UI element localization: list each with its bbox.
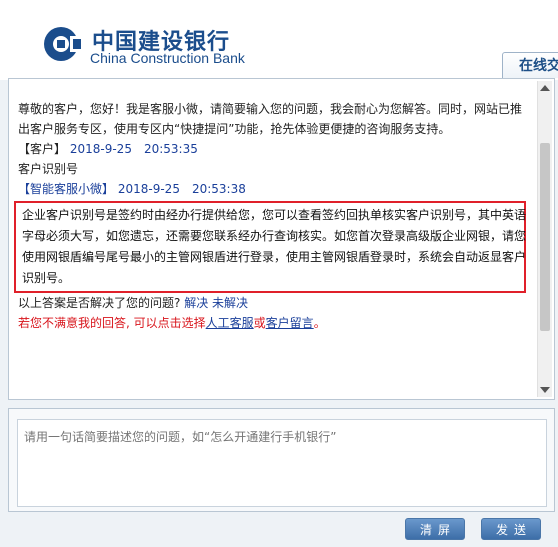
bot-message-header: 【智能客服小微】 2018-9-25 20:53:38	[18, 179, 530, 199]
human-service-link[interactable]: 人工客服	[206, 316, 254, 330]
scroll-thumb[interactable]	[540, 143, 550, 331]
answer-line: 企业客户识别号是签约时由经办行提供给您，您可以查看签约回执单核实客户识别号，其中…	[22, 208, 527, 222]
scroll-down-arrow-icon[interactable]	[540, 387, 550, 393]
answer-line: 使用网银盾编号尾号最小的主管网银盾进行登录，使用主管网银盾登录时，系统会自动返显…	[22, 250, 527, 264]
customer-label: 【客户】	[18, 142, 67, 156]
unsatisfied-text: 若您不满意我的回答, 可以点击选择	[18, 316, 206, 330]
message-timestamp: 2018-9-25 20:53:38	[117, 182, 246, 196]
leave-message-link[interactable]: 客户留言	[266, 316, 314, 330]
send-button[interactable]: 发送	[481, 518, 541, 540]
escalation-line: 若您不满意我的回答, 可以点击选择人工客服或客户留言。	[18, 313, 530, 333]
tab-online-service[interactable]: 在线交	[502, 52, 558, 78]
input-area	[8, 408, 555, 512]
question-input[interactable]	[17, 419, 547, 507]
solved-link[interactable]: 解决	[184, 296, 208, 310]
chat-scrollbar[interactable]	[537, 81, 552, 397]
header: 中国建设银行 China Construction Bank 在线交	[0, 0, 558, 80]
customer-message-header: 【客户】 2018-9-25 20:53:35	[18, 139, 530, 159]
feedback-question-text: 以上答案是否解决了您的问题?	[18, 296, 181, 310]
ccb-logo-icon	[44, 27, 82, 61]
highlighted-answer: 企业客户识别号是签约时由经办行提供给您，您可以查看签约回执单核实客户识别号，其中…	[14, 201, 526, 293]
or-text: 或	[253, 316, 266, 330]
answer-line: 字母必须大写，如您遗忘，还需要您联系经办行查询核实。如您首次登录高级版企业网银，…	[22, 229, 527, 243]
message-timestamp: 2018-9-25 20:53:35	[69, 142, 198, 156]
feedback-question: 以上答案是否解决了您的问题? 解决 未解决	[18, 293, 530, 313]
greeting-line: 尊敬的客户，您好！我是客服小微，请简要输入您的问题，我会耐心为您解答。同时，网站…	[18, 102, 523, 116]
answer-line: 识别号。	[22, 271, 71, 285]
bot-label: 【智能客服小微】	[18, 182, 115, 196]
chat-transcript: 尊敬的客户，您好！我是客服小微，请简要输入您的问题，我会耐心为您解答。同时，网站…	[14, 99, 530, 333]
brand-name-en: China Construction Bank	[90, 50, 245, 66]
chat-panel: 尊敬的客户，您好！我是客服小微，请简要输入您的问题，我会耐心为您解答。同时，网站…	[8, 78, 555, 400]
period-text: 。	[313, 316, 326, 330]
greeting-line: 出客户服务专区，使用专区内“快捷提问”功能，抢先体验更便捷的咨询服务支持。	[18, 122, 451, 136]
clear-screen-button[interactable]: 清屏	[405, 518, 465, 540]
scroll-up-arrow-icon[interactable]	[540, 85, 550, 91]
customer-message: 客户识别号	[18, 162, 79, 176]
unsolved-link[interactable]: 未解决	[212, 296, 248, 310]
